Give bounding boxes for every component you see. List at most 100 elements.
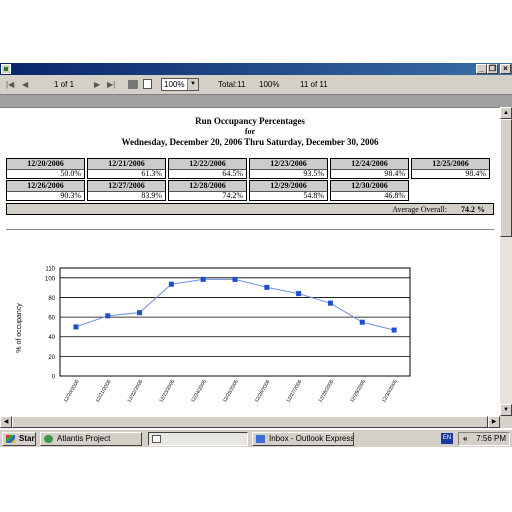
x-tick-labels: 12/20/2006 12/21/2006 12/22/2006 12/23/2006…: [63, 379, 399, 404]
series-line: [75, 278, 395, 331]
next-page-button[interactable]: ▶: [94, 79, 100, 91]
y-tick-label: 60: [48, 316, 55, 322]
taskbar-item-report[interactable]: [148, 432, 248, 446]
data-point: [359, 319, 365, 325]
taskbar-item-label: Inbox - Outlook Express: [269, 434, 354, 443]
vertical-scroll-thumb[interactable]: [500, 119, 512, 237]
report-toolbar: |◀ ◀ 1 of 1 ▶ ▶| 100% ▼ Total:11 100% 11…: [0, 75, 512, 95]
export-icon[interactable]: [143, 79, 152, 89]
day-value: 93.5%: [303, 169, 324, 178]
day-cell: 12/30/2006 46.8%: [330, 180, 409, 201]
total-records: Total:11: [218, 80, 246, 89]
y-tick-label: 110: [45, 267, 55, 273]
y-axis-label: % of occupancy: [16, 303, 23, 353]
y-tick-labels: 0 20 40 60 80 100 110: [45, 267, 56, 381]
start-label: Start: [19, 434, 36, 443]
record-count: 11 of 11: [300, 80, 328, 89]
day-value: 90.3%: [60, 191, 81, 200]
day-value: 50.0%: [60, 169, 81, 178]
taskbar-item-outlook[interactable]: Inbox - Outlook Express: [252, 432, 354, 446]
language-indicator[interactable]: EN: [441, 433, 453, 444]
y-tick-label: 80: [48, 296, 55, 302]
occupancy-line-chart: 0 20 40 60 80 100 110 % of occupancy 12/20/200…: [16, 267, 411, 404]
vertical-scrollbar[interactable]: ▲ ▼: [500, 107, 512, 416]
x-tick-label: 12/24/2006: [190, 379, 208, 404]
day-cell: 12/28/2006 74.2%: [168, 180, 247, 201]
app-icon[interactable]: [1, 64, 11, 74]
day-cell: 12/25/2006 98.4%: [411, 158, 490, 179]
x-tick-label: 12/25/2006: [222, 379, 240, 404]
day-value: 98.4%: [465, 169, 486, 178]
horizontal-scrollbar[interactable]: ◀ ▶: [0, 416, 500, 428]
day-cell: 12/27/2006 83.9%: [87, 180, 166, 201]
print-icon[interactable]: [128, 80, 138, 89]
data-point: [391, 327, 397, 333]
zoom-select[interactable]: 100% ▼: [161, 78, 199, 91]
report-for: for: [244, 127, 256, 136]
y-tick-label: 20: [48, 355, 55, 361]
report-icon: [152, 435, 161, 443]
x-tick-label: 12/22/2006: [127, 379, 145, 404]
data-point: [73, 324, 79, 330]
taskbar: Start Atlantis Project Inbox - Outlook E…: [0, 429, 512, 447]
window-title-bar: _ ❐ ×: [0, 63, 512, 75]
day-value: 61.3%: [141, 169, 162, 178]
viewer-header-band: [0, 95, 512, 108]
y-tick-label: 100: [45, 276, 56, 282]
scroll-down-icon[interactable]: ▼: [500, 404, 512, 416]
series-points: [73, 276, 397, 333]
day-cell: 12/29/2006 54.8%: [249, 180, 328, 201]
report-page: Run Occupancy Percentages for Wednesday,…: [0, 108, 500, 416]
data-point: [232, 276, 238, 282]
chart-grid: [59, 267, 411, 377]
y-tick-label: 40: [48, 335, 55, 341]
scroll-right-icon[interactable]: ▶: [488, 416, 500, 428]
report-subtitle: Wednesday, December 20, 2006 Thru Saturd…: [121, 137, 379, 147]
day-value: 83.9%: [141, 191, 162, 200]
x-tick-label: 12/29/2006: [349, 379, 367, 404]
divider: [6, 229, 494, 230]
data-point: [264, 284, 270, 290]
windows-logo-icon: [6, 435, 15, 443]
day-cell: 12/24/2006 98.4%: [330, 158, 409, 179]
scroll-left-icon[interactable]: ◀: [0, 416, 12, 428]
minimize-button[interactable]: _: [476, 64, 487, 74]
taskbar-item-label: Atlantis Project: [57, 434, 111, 443]
system-tray: « 7:56 PM: [458, 432, 510, 446]
prev-page-button[interactable]: ◀: [22, 79, 28, 91]
day-value: 54.8%: [303, 191, 324, 200]
x-tick-label: 12/30/2006: [381, 379, 399, 404]
tray-expand-button[interactable]: «: [463, 433, 467, 445]
plot-frame: [59, 267, 411, 377]
mail-icon: [256, 435, 265, 443]
zoom-value: 100%: [164, 80, 185, 89]
report-title: Run Occupancy Percentages: [195, 116, 305, 126]
day-value: 64.5%: [222, 169, 243, 178]
day-cell: 12/22/2006 64.5%: [168, 158, 247, 179]
day-cell: 12/26/2006 90.3%: [6, 180, 85, 201]
maximize-button[interactable]: ❐: [487, 64, 498, 74]
close-button[interactable]: ×: [500, 64, 511, 74]
day-value: 46.8%: [384, 191, 405, 200]
day-cell: 12/20/2006 50.0%: [6, 158, 85, 179]
scroll-up-icon[interactable]: ▲: [500, 107, 512, 119]
chevron-down-icon[interactable]: ▼: [187, 79, 198, 90]
last-page-button[interactable]: ▶|: [107, 79, 115, 91]
first-page-button[interactable]: |◀: [6, 79, 14, 91]
x-tick-label: 12/28/2006: [317, 379, 335, 404]
data-point: [296, 291, 302, 297]
x-tick-label: 12/23/2006: [158, 379, 176, 404]
percent-readout: 100%: [259, 80, 280, 89]
day-value: 98.4%: [384, 169, 405, 178]
horizontal-scroll-thumb[interactable]: [12, 416, 488, 428]
data-point: [200, 276, 206, 282]
x-tick-label: 12/21/2006: [95, 379, 113, 404]
taskbar-item-atlantis[interactable]: Atlantis Project: [40, 432, 142, 446]
data-point: [327, 300, 333, 306]
x-tick-label: 12/20/2006: [63, 379, 81, 404]
day-value: 74.2%: [222, 191, 243, 200]
day-cell: 12/21/2006 61.3%: [87, 158, 166, 179]
start-button[interactable]: Start: [2, 432, 36, 446]
data-point: [137, 310, 143, 316]
day-cell: 12/23/2006 93.5%: [249, 158, 328, 179]
